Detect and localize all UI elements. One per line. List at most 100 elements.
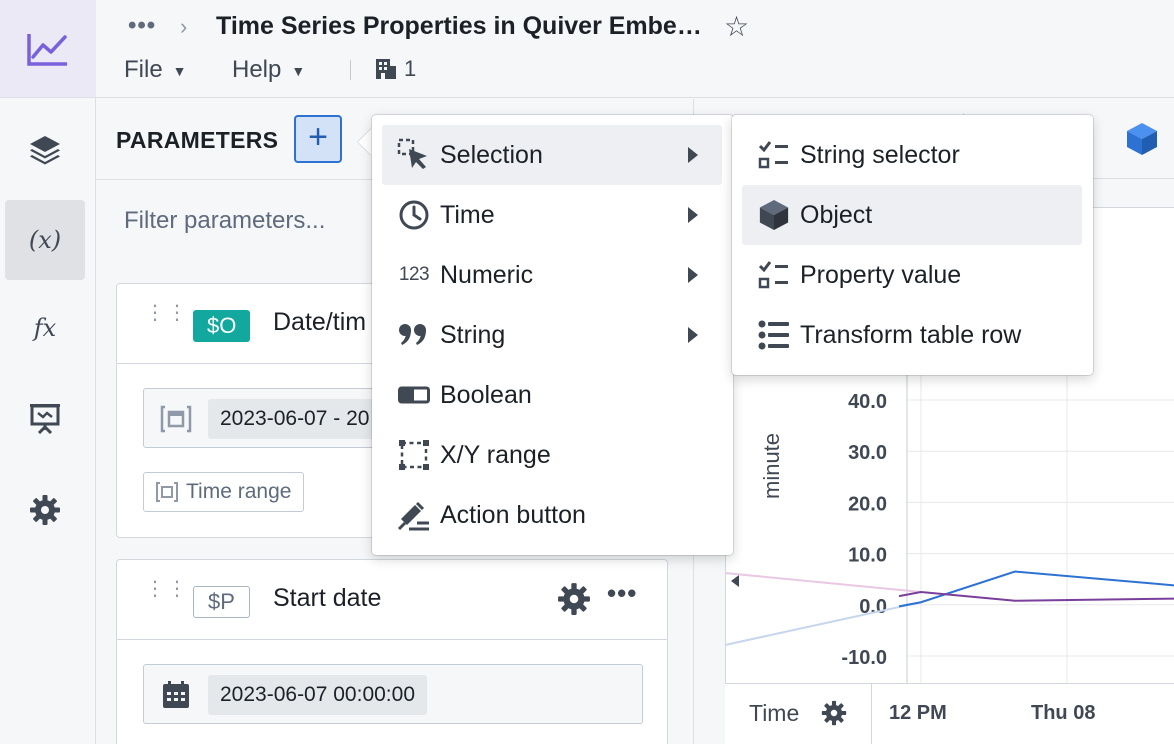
checklist-icon	[742, 140, 800, 170]
parameter-id-badge: $P	[193, 586, 250, 618]
menu-item-action-button[interactable]: Action button	[382, 485, 722, 545]
menu-item-label: Action button	[440, 500, 586, 529]
menu-item-time[interactable]: Time	[382, 185, 722, 245]
x-tick-label: Thu 08	[1031, 702, 1096, 724]
parameter-card-header: ⋮⋮ $P Start date •••	[117, 560, 667, 640]
help-menu-label: Help	[232, 56, 282, 83]
menu-item-transform-table-row[interactable]: Transform table row	[742, 305, 1082, 365]
caret-down-icon: ▼	[172, 62, 187, 79]
bottom-bar-divider	[871, 684, 872, 744]
menu-item-selection[interactable]: Selection	[382, 125, 722, 185]
chart-bottom-bar: Time 12 PM Thu 08	[725, 683, 1174, 744]
app-header: ••• › Time Series Properties in Quiver E…	[96, 0, 1174, 98]
left-rail: (x) fx	[0, 0, 96, 744]
selection-cursor-icon	[382, 138, 440, 172]
y-tick-label: 10.0	[848, 545, 887, 567]
add-parameter-menu: Selection Time 123 Numeric String Boolea…	[372, 115, 733, 555]
building-icon	[376, 59, 396, 79]
file-menu[interactable]: File ▼	[124, 56, 187, 84]
properties-icon	[742, 320, 800, 350]
presentation-icon	[30, 404, 60, 434]
function-icon: fx	[33, 314, 57, 342]
file-menu-label: File	[124, 56, 163, 83]
time-range-label: Time range	[186, 480, 292, 503]
breadcrumb-separator: ›	[180, 14, 188, 39]
app-logo[interactable]	[0, 0, 96, 98]
quote-icon	[399, 324, 426, 345]
submenu-arrow-icon	[688, 207, 698, 223]
caret-down-icon: ▼	[291, 62, 306, 79]
header-divider	[350, 60, 351, 80]
parameter-id-badge: $O	[193, 310, 251, 342]
parameter-card: ⋮⋮ $P Start date ••• 2023-06-07 00:00:00	[116, 559, 668, 744]
rail-presentation-button[interactable]	[5, 378, 85, 458]
menu-item-label: Numeric	[440, 260, 534, 289]
help-menu[interactable]: Help ▼	[232, 56, 305, 84]
more-options-button[interactable]: •••	[607, 578, 637, 609]
menu-item-label: X/Y range	[440, 440, 551, 469]
gear-icon[interactable]	[821, 700, 847, 726]
checklist-icon	[742, 260, 800, 290]
submenu-arrow-icon	[688, 267, 698, 283]
start-date-value: 2023-06-07 00:00:00	[208, 675, 427, 715]
numeric-icon: 123	[398, 264, 430, 285]
menu-item-numeric[interactable]: 123 Numeric	[382, 245, 722, 305]
filter-parameters-input[interactable]: Filter parameters...	[124, 207, 325, 235]
start-date-field[interactable]: 2023-06-07 00:00:00	[143, 664, 643, 724]
x-tick-label: 12 PM	[889, 702, 947, 724]
menu-pointer-arrow	[358, 128, 372, 156]
y-tick-label: 20.0	[848, 493, 887, 515]
calendar-icon	[163, 681, 189, 708]
series-faint-line	[724, 601, 922, 646]
parameter-name[interactable]: Date/tim	[273, 308, 366, 337]
menu-item-property-value[interactable]: Property value	[742, 245, 1082, 305]
rail-functions-button[interactable]: fx	[5, 288, 85, 368]
clock-icon	[382, 199, 440, 231]
date-range-icon	[160, 405, 192, 433]
variables-icon: (x)	[28, 226, 62, 254]
menu-item-string[interactable]: String	[382, 305, 722, 365]
menu-item-string-selector[interactable]: String selector	[742, 125, 1082, 185]
organization-indicator[interactable]: 1	[374, 56, 416, 82]
document-title[interactable]: Time Series Properties in Quiver Embe…	[216, 12, 702, 41]
organization-count: 1	[404, 56, 417, 81]
submenu-arrow-icon	[688, 327, 698, 343]
selection-submenu: String selector Object Property value Tr…	[732, 115, 1093, 375]
gear-icon[interactable]	[557, 582, 591, 616]
breadcrumb-more-button[interactable]: •••	[128, 12, 156, 40]
drag-handle-icon[interactable]: ⋮⋮	[145, 303, 189, 323]
menu-item-xy-range[interactable]: X/Y range	[382, 425, 722, 485]
menu-item-label: String	[440, 320, 506, 349]
menu-item-object[interactable]: Object	[742, 185, 1082, 245]
rail-settings-button[interactable]	[5, 470, 85, 550]
gear-icon	[30, 495, 60, 525]
parameter-name[interactable]: Start date	[273, 584, 381, 613]
add-parameter-button[interactable]: +	[294, 115, 342, 163]
rail-variables-button[interactable]: (x)	[5, 200, 85, 280]
cube-icon	[742, 198, 800, 232]
date-range-value: 2023-06-07 - 20	[208, 399, 378, 439]
menu-item-boolean[interactable]: Boolean	[382, 365, 722, 425]
favorite-star-icon[interactable]: ☆	[724, 10, 749, 43]
menu-item-label: Time	[440, 200, 495, 229]
menu-item-label: String selector	[800, 140, 960, 169]
parameters-title: PARAMETERS	[116, 127, 279, 153]
rail-layers-button[interactable]	[5, 110, 85, 190]
menu-item-label: Object	[800, 200, 873, 229]
time-range-chip[interactable]: Time range	[143, 472, 305, 512]
menu-item-label: Boolean	[440, 380, 532, 409]
line-chart-logo-icon	[27, 33, 67, 66]
time-range-icon	[156, 482, 178, 502]
menu-item-label: Transform table row	[800, 320, 1022, 349]
y-tick-label: 40.0	[848, 391, 887, 413]
submenu-arrow-icon	[688, 147, 698, 163]
menu-item-label: Property value	[800, 260, 962, 289]
action-button-icon	[382, 499, 440, 531]
toggle-icon	[382, 385, 440, 405]
drag-handle-icon[interactable]: ⋮⋮	[145, 579, 189, 599]
layers-icon	[30, 136, 60, 165]
xy-range-icon	[382, 439, 440, 471]
x-axis-label: Time	[749, 700, 800, 726]
series-faint-line	[724, 572, 922, 593]
y-tick-label: 30.0	[848, 442, 887, 464]
